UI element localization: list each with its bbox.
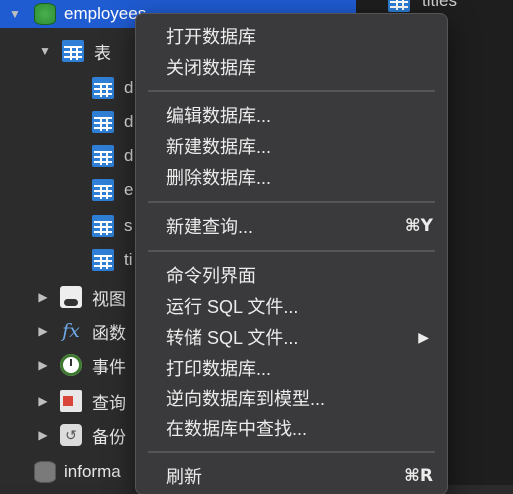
menu-item-label: 命令列界面: [166, 266, 256, 286]
sidebar-db-label: employees: [64, 4, 147, 23]
table-item-label: d: [124, 78, 134, 97]
object-list-item-label: titles: [422, 0, 457, 10]
menu-separator: [148, 201, 435, 203]
context-menu: 打开数据库 关闭数据库 编辑数据库... 新建数据库... 删除数据库... 新…: [136, 14, 447, 494]
sidebar-group-label: 函数: [92, 323, 126, 343]
menu-separator: [148, 250, 435, 252]
table-icon: [92, 179, 114, 201]
database-icon: [34, 461, 56, 483]
menu-item-open-database[interactable]: 打开数据库: [136, 21, 447, 51]
disclosure-triangle-closed-icon[interactable]: ▶: [36, 394, 50, 408]
disclosure-triangle-closed-icon[interactable]: ▶: [36, 428, 50, 442]
shortcut-label: ⌘R: [404, 466, 433, 486]
sidebar-group-label: 视图: [92, 289, 126, 309]
table-item-label: e: [124, 180, 134, 199]
submenu-arrow-icon: ▶: [418, 328, 429, 345]
menu-item-edit-database[interactable]: 编辑数据库...: [136, 100, 447, 130]
sidebar-group-label: 事件: [92, 357, 126, 377]
menu-item-print-database[interactable]: 打印数据库...: [136, 353, 447, 383]
disclosure-triangle-open-icon[interactable]: ▼: [38, 44, 52, 58]
table-item-label: d: [124, 112, 134, 131]
menu-separator: [148, 451, 435, 453]
menu-item-label: 打印数据库...: [166, 359, 272, 379]
backup-icon: ↺: [60, 424, 82, 446]
sidebar-group-label: 查询: [92, 393, 126, 413]
sidebar-group-label: 备份: [92, 427, 126, 447]
query-icon: [60, 390, 82, 412]
menu-item-label: 删除数据库...: [166, 168, 272, 188]
menu-item-label: 新建查询...: [166, 217, 254, 237]
table-item-label: d: [124, 146, 134, 165]
menu-separator: [148, 90, 435, 92]
table-icon: [92, 215, 114, 237]
menu-item-delete-database[interactable]: 删除数据库...: [136, 162, 447, 192]
menu-item-label: 打开数据库: [166, 27, 256, 47]
table-icon: [388, 0, 410, 12]
event-icon: [60, 354, 82, 376]
menu-item-label: 关闭数据库: [166, 58, 256, 78]
menu-item-label: 在数据库中查找...: [166, 419, 308, 439]
sidebar-db-label: informa: [64, 462, 121, 481]
sidebar-group-label: 表: [94, 43, 111, 63]
menu-item-command-line[interactable]: 命令列界面: [136, 260, 447, 290]
menu-item-close-database[interactable]: 关闭数据库: [136, 52, 447, 82]
table-icon: [62, 40, 84, 62]
menu-item-label: 编辑数据库...: [166, 106, 272, 126]
object-list-item-titles[interactable]: titles: [388, 0, 457, 12]
table-icon: [92, 111, 114, 133]
menu-item-label: 逆向数据库到模型...: [166, 389, 326, 409]
disclosure-triangle-closed-icon[interactable]: ▶: [36, 290, 50, 304]
database-icon: [34, 3, 56, 25]
menu-item-run-sql-file[interactable]: 运行 SQL 文件...: [136, 291, 447, 321]
menu-item-label: 运行 SQL 文件...: [166, 297, 299, 317]
menu-item-label: 刷新: [166, 467, 202, 487]
menu-item-label: 转储 SQL 文件...: [166, 328, 299, 348]
menu-item-new-database[interactable]: 新建数据库...: [136, 131, 447, 161]
menu-item-label: 新建数据库...: [166, 137, 272, 157]
disclosure-triangle-closed-icon[interactable]: ▶: [36, 358, 50, 372]
table-icon: [92, 249, 114, 271]
view-icon: [60, 286, 82, 308]
disclosure-triangle-open-icon[interactable]: ▼: [8, 7, 22, 21]
table-icon: [92, 145, 114, 167]
table-icon: [92, 77, 114, 99]
table-item-label: s: [124, 216, 133, 235]
menu-item-refresh[interactable]: 刷新 ⌘R: [136, 461, 447, 491]
function-icon: fx: [62, 320, 80, 342]
table-item-label: ti: [124, 250, 133, 269]
menu-item-find-in-database[interactable]: 在数据库中查找...: [136, 413, 447, 443]
disclosure-triangle-closed-icon[interactable]: ▶: [36, 324, 50, 338]
menu-item-new-query[interactable]: 新建查询... ⌘Y: [136, 211, 447, 241]
menu-item-dump-sql-file[interactable]: 转储 SQL 文件... ▶: [136, 322, 447, 352]
shortcut-label: ⌘Y: [404, 216, 433, 236]
menu-item-reverse-to-model[interactable]: 逆向数据库到模型...: [136, 383, 447, 413]
